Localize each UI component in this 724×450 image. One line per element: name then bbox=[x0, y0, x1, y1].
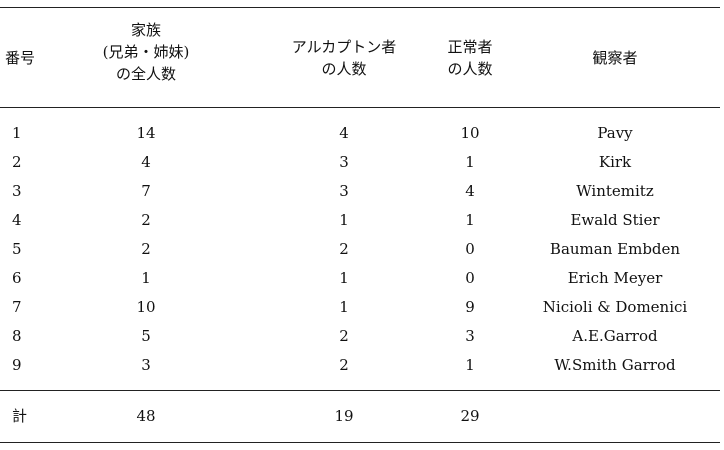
cell-family: 14 bbox=[136, 124, 156, 142]
cell-observer: Kirk bbox=[598, 153, 632, 171]
top-rule bbox=[0, 7, 720, 8]
cell-alkaptonuria: 2 bbox=[339, 356, 349, 374]
cell-normal: 4 bbox=[465, 182, 475, 200]
cell-number: 7 bbox=[12, 298, 22, 316]
cell-alkaptonuria: 1 bbox=[339, 269, 349, 287]
table-row: 9 3 2 1 W.Smith Garrod bbox=[0, 351, 724, 380]
cell-family: 7 bbox=[141, 182, 151, 200]
table-row: 3 7 3 4 Wintemitz bbox=[0, 177, 724, 206]
cell-alkaptonuria: 4 bbox=[339, 124, 349, 142]
cell-normal: 0 bbox=[465, 269, 475, 287]
header-observer: 観察者 bbox=[555, 47, 675, 69]
cell-number: 5 bbox=[12, 240, 22, 258]
table-row: 8 5 2 3 A.E.Garrod bbox=[0, 322, 724, 351]
cell-alkaptonuria: 3 bbox=[339, 153, 349, 171]
header-normal: 正常者 の人数 bbox=[420, 36, 520, 80]
cell-observer: Wintemitz bbox=[576, 182, 654, 200]
cell-normal: 10 bbox=[460, 124, 480, 142]
header-alkaptonuria-line-1: アルカプトン者 bbox=[291, 38, 397, 56]
cell-family: 4 bbox=[141, 153, 151, 171]
cell-observer: W.Smith Garrod bbox=[554, 356, 676, 374]
table-row: 1 14 4 10 Pavy bbox=[0, 119, 724, 148]
table-row: 7 10 1 9 Nicioli & Domenici bbox=[0, 293, 724, 322]
cell-normal: 9 bbox=[465, 298, 475, 316]
cell-normal: 1 bbox=[465, 356, 475, 374]
cell-number: 1 bbox=[12, 124, 22, 142]
cell-normal: 0 bbox=[465, 240, 475, 258]
header-family: 家族 (兄弟・姉妹) の全人数 bbox=[86, 19, 206, 85]
cell-alkaptonuria: 1 bbox=[339, 298, 349, 316]
table-row: 5 2 2 0 Bauman Embden bbox=[0, 235, 724, 264]
cell-number: 6 bbox=[12, 269, 22, 287]
total-label: 計 bbox=[12, 407, 28, 425]
header-alkaptonuria-line-2: の人数 bbox=[321, 60, 367, 78]
total-family: 48 bbox=[136, 407, 156, 425]
header-family-line-3: の全人数 bbox=[115, 65, 176, 83]
table-row: 4 2 1 1 Ewald Stier bbox=[0, 206, 724, 235]
table-row: 2 4 3 1 Kirk bbox=[0, 148, 724, 177]
header-family-line-1: 家族 bbox=[130, 21, 161, 39]
cell-observer: Pavy bbox=[597, 124, 633, 142]
cell-number: 4 bbox=[12, 211, 22, 229]
cell-family: 10 bbox=[136, 298, 156, 316]
bottom-rule bbox=[0, 442, 720, 443]
table-row: 6 1 1 0 Erich Meyer bbox=[0, 264, 724, 293]
cell-number: 9 bbox=[12, 356, 22, 374]
cell-normal: 1 bbox=[465, 153, 475, 171]
cell-number: 8 bbox=[12, 327, 22, 345]
header-number: 番号 bbox=[2, 47, 38, 69]
cell-family: 2 bbox=[141, 240, 151, 258]
cell-observer: Bauman Embden bbox=[549, 240, 681, 258]
total-alkaptonuria: 19 bbox=[334, 407, 354, 425]
cell-alkaptonuria: 2 bbox=[339, 327, 349, 345]
total-row: 計 48 19 29 bbox=[0, 402, 724, 431]
header-observer-line: 観察者 bbox=[592, 49, 638, 67]
cell-normal: 3 bbox=[465, 327, 475, 345]
header-rule bbox=[0, 107, 720, 108]
cell-number: 2 bbox=[12, 153, 22, 171]
cell-normal: 1 bbox=[465, 211, 475, 229]
cell-alkaptonuria: 3 bbox=[339, 182, 349, 200]
cell-observer: A.E.Garrod bbox=[572, 327, 658, 345]
cell-family: 5 bbox=[141, 327, 151, 345]
cell-alkaptonuria: 2 bbox=[339, 240, 349, 258]
total-rule bbox=[0, 390, 720, 391]
header-number-line: 番号 bbox=[4, 49, 35, 67]
header-family-line-2: (兄弟・姉妹) bbox=[102, 43, 190, 61]
cell-family: 1 bbox=[141, 269, 151, 287]
cell-observer: Ewald Stier bbox=[570, 211, 660, 229]
cell-family: 2 bbox=[141, 211, 151, 229]
header-alkaptonuria: アルカプトン者 の人数 bbox=[274, 36, 414, 80]
total-normal: 29 bbox=[460, 407, 480, 425]
cell-observer: Erich Meyer bbox=[567, 269, 663, 287]
cell-family: 3 bbox=[141, 356, 151, 374]
header-normal-line-2: の人数 bbox=[447, 60, 493, 78]
header-normal-line-1: 正常者 bbox=[447, 38, 493, 56]
cell-observer: Nicioli & Domenici bbox=[542, 298, 688, 316]
cell-number: 3 bbox=[12, 182, 22, 200]
cell-alkaptonuria: 1 bbox=[339, 211, 349, 229]
